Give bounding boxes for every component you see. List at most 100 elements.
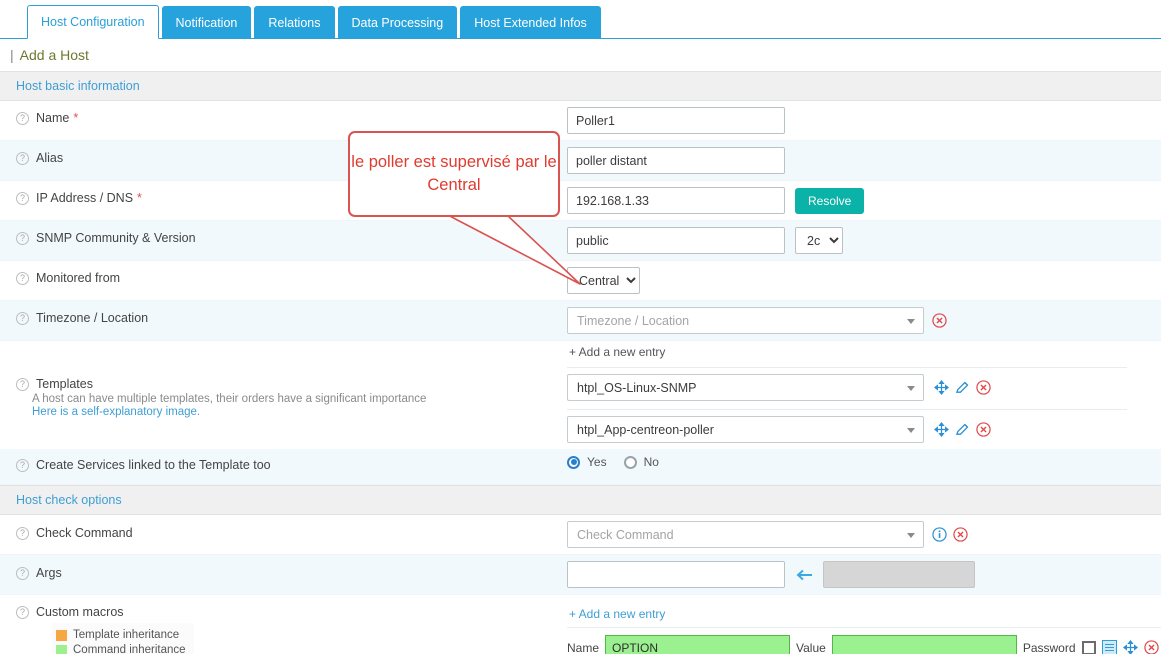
row-custom-macros: ? Custom macros Template inheritance Com… (0, 595, 1161, 654)
tab-notification[interactable]: Notification (162, 6, 252, 38)
tab-label: Relations (268, 16, 320, 30)
template-inheritance-swatch (56, 630, 67, 641)
delete-icon[interactable] (976, 422, 991, 437)
password-checkbox[interactable] (1082, 641, 1096, 654)
tab-bar: Host Configuration Notification Relation… (0, 0, 1161, 39)
annotation-text: le poller est supervisé par le Central (350, 151, 558, 197)
macro-value-label: Value (796, 641, 826, 654)
help-icon[interactable]: ? (16, 232, 29, 245)
section-host-basic-information: Host basic information (0, 71, 1161, 101)
args-input[interactable] (567, 561, 785, 588)
monitored-from-select[interactable]: Central (567, 267, 640, 294)
help-icon[interactable]: ? (16, 567, 29, 580)
label-create-services: ? Create Services linked to the Template… (0, 449, 567, 472)
tab-host-configuration[interactable]: Host Configuration (27, 5, 159, 39)
ip-address-input[interactable] (567, 187, 785, 214)
move-icon[interactable] (1123, 640, 1138, 654)
field-alias (567, 141, 1161, 180)
template-select-1[interactable]: htpl_App-centreon-poller (567, 416, 924, 443)
tab-relations[interactable]: Relations (254, 6, 334, 38)
field-label: IP Address / DNS (36, 191, 133, 205)
row-add-template-entry: + Add a new entry (0, 341, 1161, 367)
tab-host-extended-infos[interactable]: Host Extended Infos (460, 6, 601, 38)
divider (567, 409, 1127, 410)
tab-data-processing[interactable]: Data Processing (338, 6, 458, 38)
section-label: Host basic information (16, 79, 140, 93)
row-name: ? Name * (0, 101, 1161, 141)
macro-name-input[interactable] (605, 635, 790, 654)
field-label: SNMP Community & Version (36, 231, 196, 245)
annotation-callout: le poller est supervisé par le Central (348, 131, 560, 217)
label-args: ? Args (0, 555, 567, 580)
help-icon[interactable]: ? (16, 152, 29, 165)
templates-description: A host can have multiple templates, thei… (16, 391, 426, 405)
row-check-command: ? Check Command Check Command (0, 515, 1161, 555)
help-icon[interactable]: ? (16, 192, 29, 205)
delete-icon[interactable] (932, 313, 947, 328)
macro-value-input[interactable] (832, 635, 1017, 654)
add-new-entry-link-templates[interactable]: + Add a new entry (567, 341, 665, 363)
list-icon[interactable] (1102, 640, 1117, 654)
help-icon[interactable]: ? (16, 527, 29, 540)
required-marker: * (137, 191, 142, 205)
field-add-template-entry: + Add a new entry (567, 341, 1161, 363)
alias-input[interactable] (567, 147, 785, 174)
delete-icon[interactable] (1144, 640, 1159, 654)
edit-icon[interactable] (955, 422, 970, 437)
help-icon[interactable]: ? (16, 378, 29, 391)
field-timezone: Timezone / Location (567, 301, 1161, 340)
host-configuration-page: Host Configuration Notification Relation… (0, 0, 1161, 654)
help-icon[interactable]: ? (16, 272, 29, 285)
label-check-command: ? Check Command (0, 515, 567, 540)
edit-icon[interactable] (955, 380, 970, 395)
delete-icon[interactable] (976, 380, 991, 395)
field-label: Args (36, 566, 62, 580)
radio-yes[interactable] (567, 456, 580, 469)
args-disabled-box (823, 561, 975, 588)
help-icon[interactable]: ? (16, 312, 29, 325)
divider (567, 367, 1127, 368)
field-ip-address: Resolve (567, 181, 1161, 220)
snmp-version-select[interactable]: 2c (795, 227, 843, 254)
field-label: Templates (36, 377, 93, 391)
check-command-select[interactable]: Check Command (567, 521, 924, 548)
move-icon[interactable] (934, 422, 949, 437)
label-custom-macros: ? Custom macros Template inheritance Com… (0, 595, 567, 654)
field-name (567, 101, 1161, 140)
row-templates: ? Templates A host can have multiple tem… (0, 367, 1161, 449)
label-name: ? Name * (0, 101, 567, 125)
field-label: Create Services linked to the Template t… (36, 458, 271, 472)
tab-label: Data Processing (352, 16, 444, 30)
radio-no[interactable] (624, 456, 637, 469)
timezone-select[interactable]: Timezone / Location (567, 307, 924, 334)
info-icon[interactable] (932, 527, 947, 542)
timezone-selected-value: Timezone / Location (577, 314, 689, 328)
templates-help-link[interactable]: Here is a self-explanatory image. (16, 405, 200, 418)
row-ip-address: ? IP Address / DNS * Resolve (0, 181, 1161, 221)
name-input[interactable] (567, 107, 785, 134)
help-icon[interactable]: ? (16, 112, 29, 125)
field-label: Custom macros (36, 605, 124, 619)
tab-label: Host Extended Infos (474, 16, 587, 30)
resolve-button[interactable]: Resolve (795, 188, 864, 214)
tab-label: Host Configuration (41, 15, 145, 29)
create-services-radio-group: Yes No (567, 455, 671, 469)
help-icon[interactable]: ? (16, 459, 29, 472)
template-value: htpl_OS-Linux-SNMP (577, 381, 697, 395)
section-host-check-options: Host check options (0, 485, 1161, 515)
template-row: htpl_OS-Linux-SNMP (567, 374, 991, 401)
label-timezone: ? Timezone / Location (0, 301, 567, 325)
label-snmp: ? SNMP Community & Version (0, 221, 567, 245)
template-value: htpl_App-centreon-poller (577, 423, 714, 437)
help-icon[interactable]: ? (16, 606, 29, 619)
row-alias: ? Alias (0, 141, 1161, 181)
arrow-left-icon[interactable] (795, 568, 813, 582)
delete-icon[interactable] (953, 527, 968, 542)
snmp-community-input[interactable] (567, 227, 785, 254)
move-icon[interactable] (934, 380, 949, 395)
label-monitored-from: ? Monitored from (0, 261, 567, 285)
legend-item-template: Template inheritance (56, 628, 186, 643)
macro-row: Name Value Password (567, 635, 1159, 654)
add-new-entry-link-macros[interactable]: + Add a new entry (567, 603, 665, 625)
template-select-0[interactable]: htpl_OS-Linux-SNMP (567, 374, 924, 401)
